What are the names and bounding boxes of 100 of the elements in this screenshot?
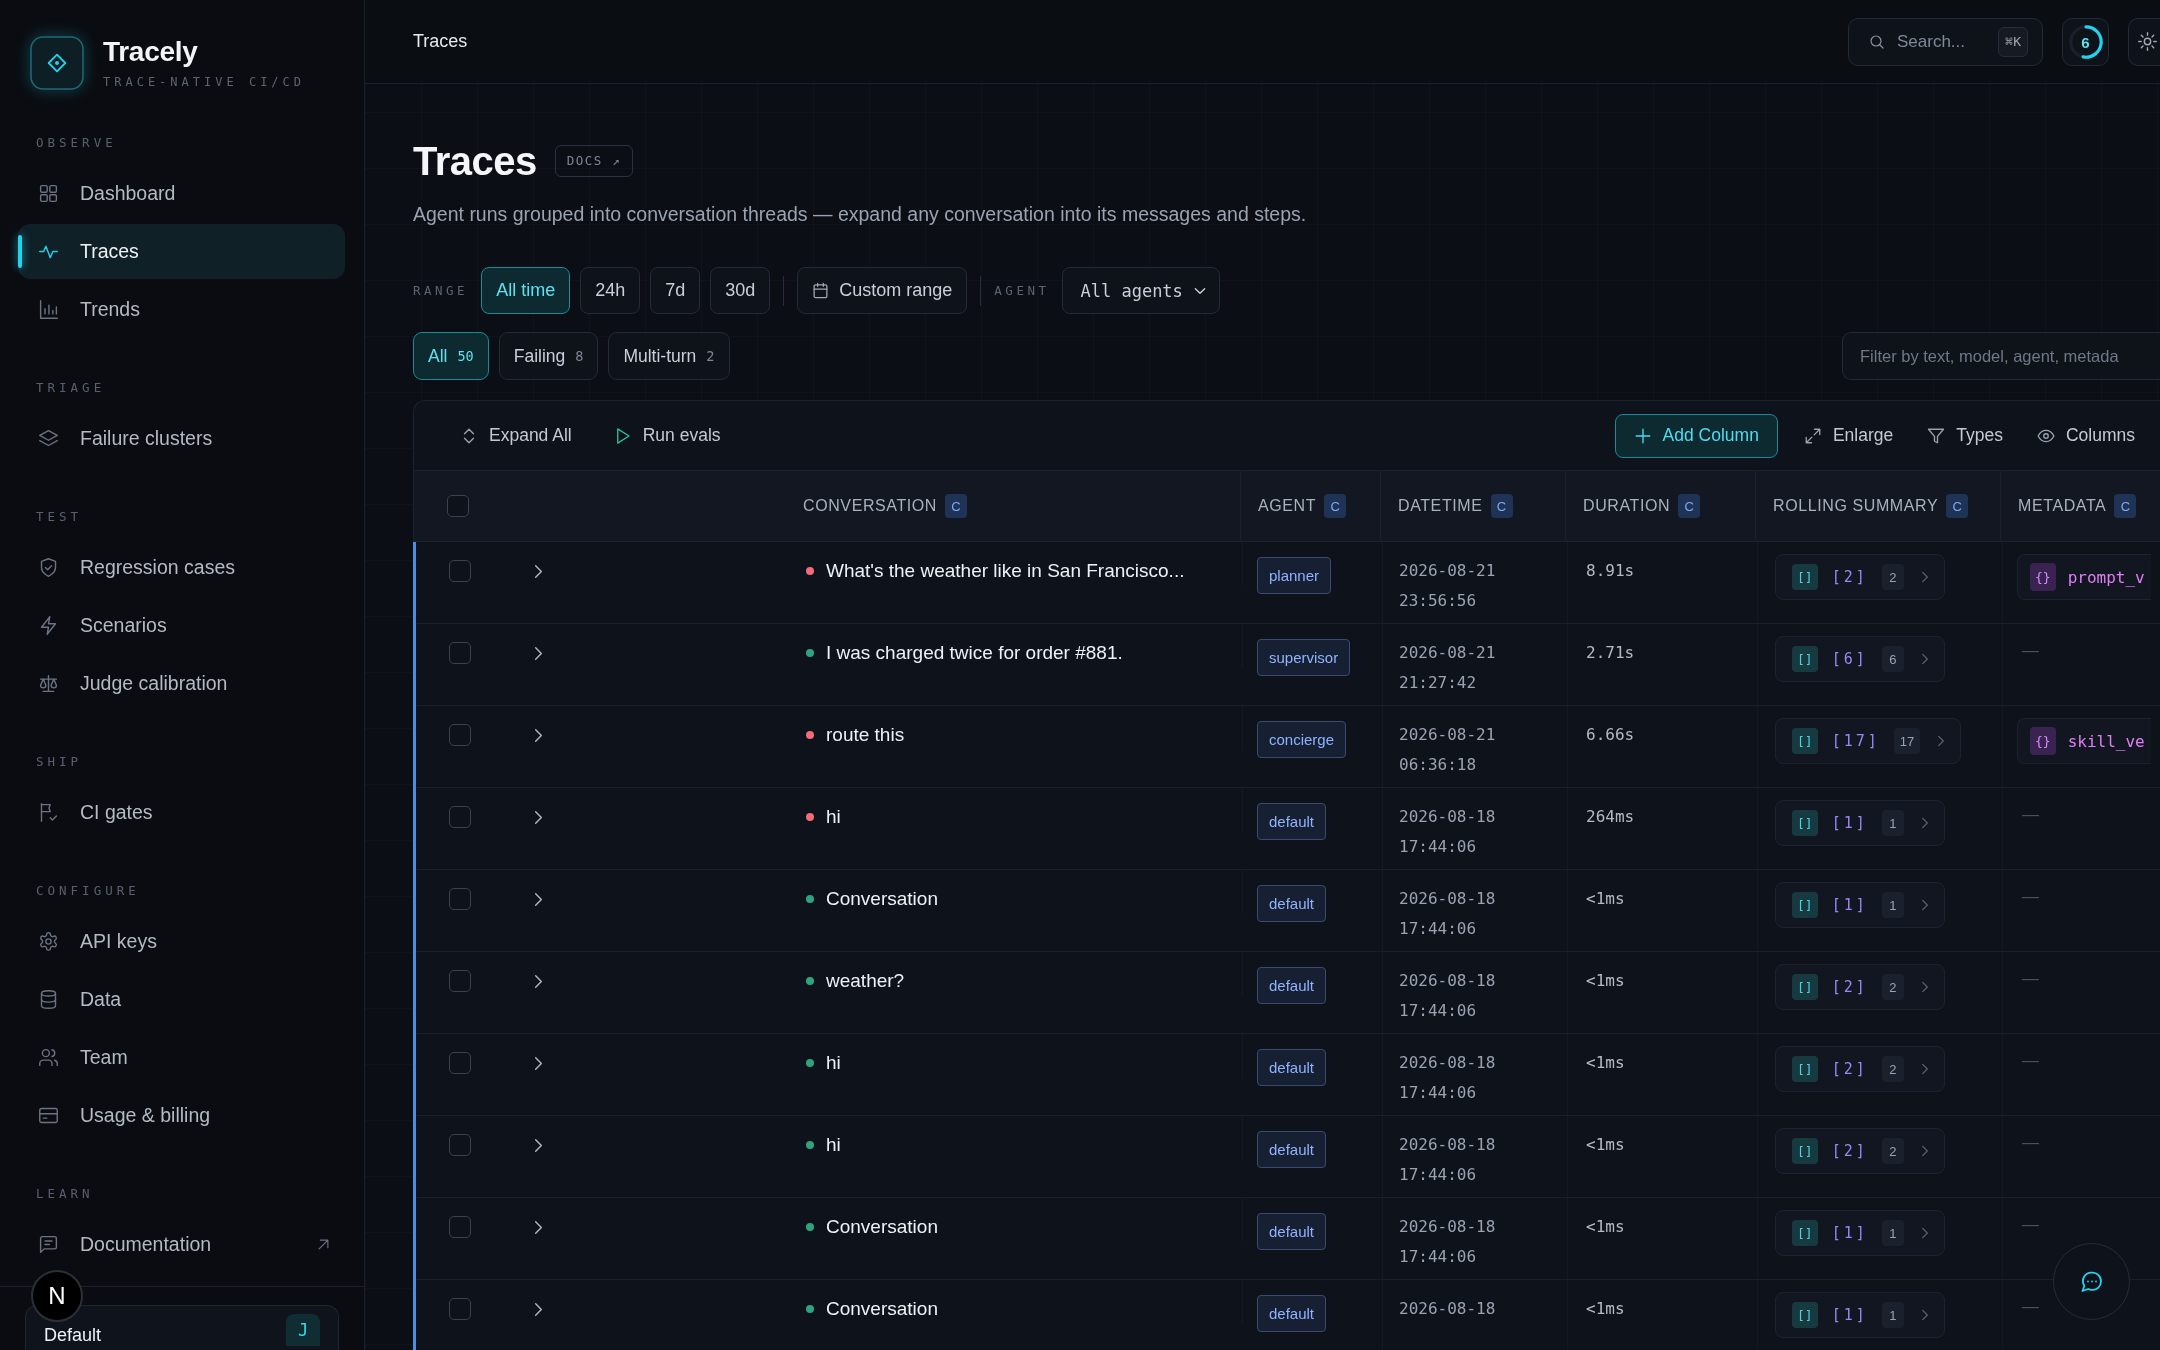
datetime-text: 2026-08-18 17:44:06 <box>1399 806 1497 858</box>
array-tag: [] <box>1792 892 1818 918</box>
row-checkbox[interactable] <box>448 888 471 910</box>
conversation-title[interactable]: hi <box>826 1048 841 1078</box>
workspace-card[interactable]: Default J <box>25 1305 339 1350</box>
row-checkbox[interactable] <box>448 1134 471 1156</box>
range-button[interactable]: All time <box>481 267 571 314</box>
nav-item[interactable]: Documentation <box>18 1217 345 1272</box>
column-header[interactable]: ROLLING SUMMARY <box>1773 497 1939 515</box>
nav-item[interactable]: Data <box>18 972 345 1027</box>
rolling-summary-pill[interactable]: [] [2] 2 <box>1775 1128 1945 1174</box>
row-checkbox[interactable] <box>448 1216 471 1238</box>
database-icon <box>38 989 59 1010</box>
columns-button[interactable]: Columns <box>2028 419 2143 452</box>
duration-text: <1ms <box>1586 1052 1625 1074</box>
row-checkbox[interactable] <box>448 1298 471 1320</box>
expand-all-button[interactable]: Expand All <box>452 419 580 452</box>
conversation-title[interactable]: I was charged twice for order #881. <box>826 638 1123 668</box>
metadata-pill[interactable]: {} skill_ve <box>2017 718 2151 764</box>
message-count: [1] <box>1831 1306 1868 1324</box>
rolling-summary-pill[interactable]: [] [6] 6 <box>1775 636 1945 682</box>
conversation-title[interactable]: route this <box>826 720 905 750</box>
rolling-summary-pill[interactable]: [] [17] 17 <box>1775 718 1962 764</box>
nav-item[interactable]: Failure clusters <box>18 411 345 466</box>
column-badge[interactable]: C <box>1946 494 1969 518</box>
message-count: [1] <box>1831 1224 1868 1242</box>
nav-item[interactable]: Judge calibration <box>18 656 345 711</box>
layers-icon <box>38 428 59 449</box>
column-header[interactable]: DATETIME <box>1398 497 1483 515</box>
conversation-title[interactable]: Conversation <box>826 1212 938 1242</box>
column-header[interactable]: METADATA <box>2018 497 2107 515</box>
row-checkbox[interactable] <box>448 560 471 582</box>
conversation-title[interactable]: What's the weather like in San Francisco... <box>826 556 1185 586</box>
range-button[interactable]: 24h <box>580 267 641 314</box>
nav-item[interactable]: Scenarios <box>18 598 345 653</box>
filter-field[interactable]: Filter by text, model, agent, metada <box>1842 332 2160 380</box>
filter-chip[interactable]: Failing 8 <box>498 332 599 380</box>
agent-tag: default <box>1257 1295 1327 1332</box>
range-button[interactable]: 7d <box>650 267 701 314</box>
docs-link[interactable]: DOCS ↗ <box>554 145 633 177</box>
column-header[interactable]: CONVERSATION <box>803 497 938 515</box>
row-checkbox[interactable] <box>448 970 471 992</box>
search-field[interactable]: Search... ⌘K <box>1848 17 2043 66</box>
message-count: [6] <box>1831 650 1868 668</box>
row-checkbox[interactable] <box>448 724 471 746</box>
theme-button[interactable] <box>2128 17 2160 66</box>
range-button[interactable]: 30d <box>710 267 771 314</box>
conversation-title[interactable]: Conversation <box>826 1294 938 1324</box>
filter-chip[interactable]: Multi-turn 2 <box>608 332 730 380</box>
section-label: SHIP <box>35 753 83 771</box>
column-badge[interactable]: C <box>1324 494 1347 518</box>
shortcut-hint: ⌘K <box>1998 26 2028 57</box>
rolling-summary-pill[interactable]: [] [1] 1 <box>1775 1210 1945 1256</box>
message-count: [2] <box>1831 568 1868 586</box>
nav-item[interactable]: Regression cases <box>18 540 345 595</box>
column-badge[interactable]: C <box>2114 494 2137 518</box>
rolling-summary-pill[interactable]: [] [2] 2 <box>1775 1046 1945 1092</box>
duration-text: 8.91s <box>1586 560 1635 582</box>
row-checkbox[interactable] <box>448 1052 471 1074</box>
datetime-text: 2026-08-21 23:56:56 <box>1399 560 1497 612</box>
nav-item[interactable]: Trends <box>18 282 345 337</box>
column-badge[interactable]: C <box>1490 494 1513 518</box>
rolling-summary-pill[interactable]: [] [1] 1 <box>1775 1292 1945 1338</box>
rolling-summary-pill[interactable]: [] [1] 1 <box>1775 882 1945 928</box>
object-tag: {} <box>2030 563 2056 591</box>
nav-item[interactable]: Usage & billing <box>18 1088 345 1143</box>
agent-tag: default <box>1257 1213 1327 1250</box>
enlarge-button[interactable]: Enlarge <box>1795 419 1902 452</box>
count-badge: 1 <box>1881 810 1904 836</box>
rolling-summary-pill[interactable]: [] [2] 2 <box>1775 554 1945 600</box>
agent-select[interactable]: All agents <box>1062 267 1220 314</box>
column-header[interactable]: DURATION <box>1583 497 1671 515</box>
conversation-title[interactable]: Conversation <box>826 884 938 914</box>
run-evals-button[interactable]: Run evals <box>605 419 729 452</box>
select-all-checkbox[interactable] <box>446 495 469 517</box>
add-column-button[interactable]: Add Column <box>1614 413 1778 458</box>
column-badge[interactable]: C <box>945 494 968 518</box>
object-tag: {} <box>2030 727 2056 755</box>
column-badge[interactable]: C <box>1678 494 1701 518</box>
filter-chip[interactable]: All 50 <box>413 332 489 380</box>
array-tag: [] <box>1792 728 1818 754</box>
types-button[interactable]: Types <box>1919 419 2011 452</box>
row-checkbox[interactable] <box>448 806 471 828</box>
count-badge: 2 <box>1881 564 1904 590</box>
nav-item[interactable]: Traces <box>18 224 345 279</box>
duration-text: <1ms <box>1586 1216 1625 1238</box>
conversation-title[interactable]: hi <box>826 802 841 832</box>
nav-item[interactable]: CI gates <box>18 785 345 840</box>
custom-range-button[interactable]: Custom range <box>797 267 968 314</box>
column-header[interactable]: AGENT <box>1258 497 1317 515</box>
nav-item[interactable]: Team <box>18 1030 345 1085</box>
nav-item[interactable]: Dashboard <box>18 166 345 221</box>
metadata-pill[interactable]: {} prompt_v <box>2017 554 2151 600</box>
row-checkbox[interactable] <box>448 642 471 664</box>
conversation-title[interactable]: weather? <box>826 966 905 996</box>
conversation-title[interactable]: hi <box>826 1130 841 1160</box>
nav-item[interactable]: API keys <box>18 914 345 969</box>
rolling-summary-pill[interactable]: [] [1] 1 <box>1775 800 1945 846</box>
rolling-summary-pill[interactable]: [] [2] 2 <box>1775 964 1945 1010</box>
progress-button[interactable]: 6 <box>2062 17 2109 66</box>
